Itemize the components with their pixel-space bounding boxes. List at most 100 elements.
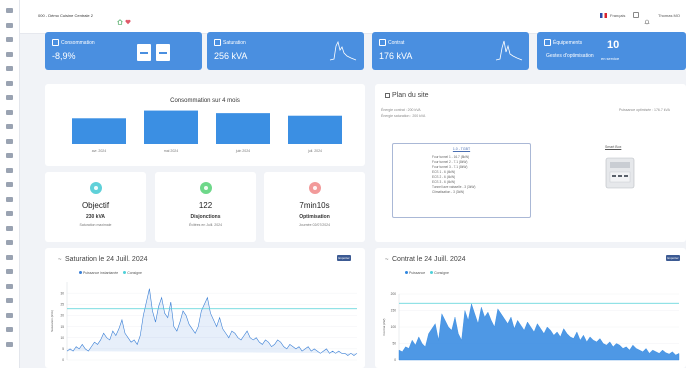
y-tick-label: 0 <box>394 358 396 362</box>
contrat-area-chart: 200 150 100 50 0 Contrat (kW) <box>382 292 680 362</box>
tgbt-item: ECS 3 - 6 (4kW) <box>432 180 456 184</box>
tgbt-item: Four tunnel 2 - 7.1 (8kW) <box>432 160 468 164</box>
site-selector[interactable]: 000 - Démo Cuisine Centrale 2 <box>38 13 93 18</box>
kpi-count: 10 <box>607 39 620 51</box>
saturation-chart-card: ~ Saturation le 24 Juill. 2024 Exporter … <box>45 248 365 368</box>
trend-flat-icon <box>156 44 170 61</box>
sidebar-nav-icon[interactable] <box>6 341 13 347</box>
consumption-bar <box>144 110 198 144</box>
sidebar-nav-icon[interactable] <box>6 327 13 332</box>
stat-objectif: Objectif 230 kVA Saturation maximale <box>45 172 146 242</box>
saturation-sparkline <box>329 40 357 61</box>
stat-caption: Journée 02/07/2024 <box>298 223 331 227</box>
kpi-subtitle: Gestes d'optimisation <box>546 53 594 59</box>
plan-title: Plan du site <box>392 92 429 99</box>
sidebar-nav-icon[interactable] <box>6 80 13 86</box>
sidebar-nav-icon[interactable] <box>6 240 13 245</box>
saturation-line-chart: 30 25 20 15 10 5 0 Saturation (kVA) <box>50 282 358 362</box>
saturation-icon <box>214 39 221 46</box>
consumption-bar-chart: avr. 2024 mai 2024 juin 2024 juil. 2024 <box>72 110 342 153</box>
heart-icon[interactable] <box>125 12 131 25</box>
sidebar-nav-icon[interactable] <box>6 124 13 129</box>
stat-optimisation: 7min10s Optimisation Journée 02/07/2024 <box>264 172 365 242</box>
stat-caption: Saturation maximale <box>79 223 112 227</box>
sidebar-nav-icon[interactable] <box>6 211 13 216</box>
tgbt-item: ECS 2 - 6 (4kW) <box>432 175 456 179</box>
y-tick-label: 30 <box>60 291 64 295</box>
map-icon <box>385 93 390 98</box>
y-tick-label: 50 <box>392 342 396 346</box>
home-icon[interactable] <box>117 12 123 25</box>
kpi-value: 176 kVA <box>379 51 413 61</box>
y-tick-label: 5 <box>62 347 64 351</box>
tgbt-item: Four tunnel 1 - 16.7 (8kW) <box>432 155 470 159</box>
sidebar-nav-icon[interactable] <box>6 138 13 144</box>
kpi-consommation[interactable]: Consommation -8,9% <box>45 32 202 70</box>
flag-fr-icon[interactable] <box>600 13 607 18</box>
y-tick-label: 200 <box>391 292 397 296</box>
x-tick-label: juil. 2024 <box>307 149 322 153</box>
sidebar-nav-icon[interactable] <box>6 8 13 13</box>
kpi-equipements[interactable]: Équipements Gestes d'optimisation 10 en … <box>537 32 686 70</box>
tgbt-item: Climatisation - 3 (3kW) <box>432 190 465 194</box>
kpi-title: Saturation <box>223 40 246 46</box>
sidebar-nav-icon[interactable] <box>6 312 13 318</box>
sidebar-nav-icon[interactable] <box>6 95 13 100</box>
stat-disjonctions: 122 Disjonctions Évitées en Juill. 2024 <box>155 172 256 242</box>
sidebar-nav-icon[interactable] <box>6 225 13 231</box>
y-tick-label: 0 <box>62 358 64 362</box>
y-axis-label: Saturation (kVA) <box>50 310 54 332</box>
sidebar-nav-icon[interactable] <box>6 254 13 260</box>
sidebar-nav-icon[interactable] <box>6 153 13 158</box>
tgbt-item: Four tunnel 3 - 7.1 (8kW) <box>432 165 468 169</box>
kpi-saturation[interactable]: Saturation 256 kVA <box>207 32 364 70</box>
clock-icon <box>309 182 321 194</box>
sidebar-nav-icon[interactable] <box>6 51 13 57</box>
y-tick-label: 25 <box>60 302 64 306</box>
consumption-bar <box>288 115 342 144</box>
sidebar-nav-icon[interactable] <box>6 37 13 42</box>
sidebar-nav-icon[interactable] <box>6 109 13 115</box>
equipment-icon <box>544 39 551 46</box>
plan-card: Plan du site Énergie contrat : 200 kVA É… <box>375 84 686 242</box>
user-name[interactable]: Thomas MO <box>658 13 680 18</box>
bell-icon[interactable] <box>644 12 650 25</box>
plan-info: Énergie saturation : 200 kVA <box>381 114 426 118</box>
y-tick-label: 100 <box>391 325 397 329</box>
series-fill <box>67 288 357 356</box>
stat-label: 230 kVA <box>85 214 106 220</box>
sidebar-nav-icon[interactable] <box>6 283 13 289</box>
y-tick-label: 10 <box>60 336 64 340</box>
top-bar: 000 - Démo Cuisine Centrale 2 Français T… <box>20 0 686 34</box>
plan-info: Puissance optimisée : 176.7 kVA <box>619 108 670 112</box>
smart-box-device-icon <box>605 157 635 189</box>
kpi-contrat[interactable]: Contrat 176 kVA <box>372 32 529 70</box>
tgbt-title[interactable]: 1.0 - TGBT <box>393 147 530 151</box>
contrat-chart-card: ~ Contrat le 24 Juill. 2024 Exporter Pui… <box>375 248 686 368</box>
kpi-title: Équipements <box>553 40 583 46</box>
x-tick-label: avr. 2024 <box>92 149 106 153</box>
consumption-bar <box>72 118 126 144</box>
tgbt-item: ECS 1 - 6 (4kW) <box>432 170 456 174</box>
sidebar-nav-icon[interactable] <box>6 167 13 173</box>
kpi-value: 256 kVA <box>214 51 248 61</box>
device-label[interactable]: Smart Box <box>605 145 621 149</box>
y-tick-label: 20 <box>60 314 64 318</box>
stat-caption: Évitées en Juill. 2024 <box>188 223 223 227</box>
kpi-count-label: en service <box>601 56 620 61</box>
sidebar-nav-icon[interactable] <box>6 298 13 303</box>
sidebar-nav-icon[interactable] <box>6 66 13 71</box>
x-tick-label: juin 2024 <box>235 149 250 153</box>
sidebar-nav-icon[interactable] <box>6 269 13 274</box>
stat-value: Objectif <box>81 201 110 210</box>
sidebar-nav-icon[interactable] <box>6 182 13 187</box>
fullscreen-icon[interactable] <box>633 12 639 18</box>
sidebar-nav-icon[interactable] <box>6 22 13 28</box>
language-selector[interactable]: Français <box>610 13 625 18</box>
consumption-card: Consommation sur 4 mois avr. 2024 mai 202… <box>45 84 365 166</box>
consumption-bar <box>216 113 270 144</box>
sidebar-nav-icon[interactable] <box>6 196 13 202</box>
stat-label: Disjonctions <box>190 214 221 220</box>
plan-info: Énergie contrat : 200 kVA <box>381 108 421 112</box>
tgbt-box[interactable]: 1.0 - TGBT Four tunnel 1 - 16.7 (8kW) Fo… <box>392 143 531 218</box>
